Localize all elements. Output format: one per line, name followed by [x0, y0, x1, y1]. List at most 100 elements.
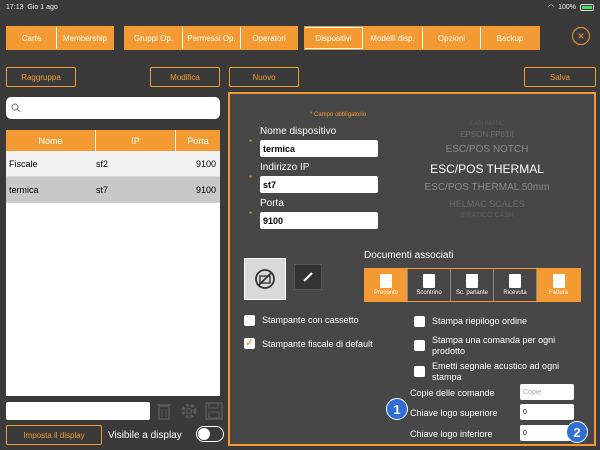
tab-operatori[interactable]: Operatori [241, 27, 297, 49]
edit-logo-button[interactable] [294, 264, 322, 290]
status-right: ◠ 100% [548, 3, 594, 11]
segnale-label: Emetti segnale acustico ad ogni stampa [432, 361, 560, 382]
tab-carte[interactable]: Carte [7, 27, 57, 49]
table-row[interactable]: termica st7 9100 [6, 177, 220, 203]
logo-image[interactable] [244, 258, 286, 300]
driver-option[interactable]: IPRATICO CASH [402, 212, 572, 219]
tab-membership[interactable]: Membership [57, 27, 113, 49]
riepilogo-checkbox[interactable] [414, 316, 425, 327]
documenti-title: Documenti associati [364, 250, 454, 261]
doc-scontrino[interactable]: Scontrino [408, 269, 451, 301]
status-time-date: 17:13 Gio 1 ago [6, 4, 548, 11]
status-time: 17:13 [6, 3, 24, 11]
driver-option[interactable]: EPSON FP81II [402, 130, 572, 139]
tab-modelli-disp[interactable]: Modelli disp. [363, 27, 423, 49]
required-star: * [249, 138, 253, 147]
document-icon [466, 274, 478, 288]
segnale-checkbox[interactable] [414, 366, 425, 377]
table-row[interactable]: Fiscale sf2 9100 [6, 151, 220, 177]
document-icon [552, 274, 565, 288]
group-name-input[interactable] [6, 402, 150, 420]
driver-option[interactable]: ESC/POS NOTCH [402, 144, 572, 155]
doc-sc-parlante[interactable]: Sc. parlante [451, 269, 494, 301]
ip-label: Indirizzo IP [260, 162, 310, 173]
imposta-display-button[interactable]: Imposta il display [6, 425, 102, 445]
nav-group-1: Carte Membership [6, 26, 114, 50]
porta-label: Porta [260, 198, 284, 209]
cell-nome: termica [9, 184, 39, 195]
document-icon [509, 274, 521, 288]
required-star: * [249, 210, 253, 219]
tab-dispositivi[interactable]: Dispositivi [305, 27, 363, 49]
tab-permessi-op[interactable]: Permessi Op. [183, 27, 241, 49]
nome-field[interactable]: termica [260, 140, 378, 157]
doc-ricevuta[interactable]: Ricevuta [494, 269, 537, 301]
fiscale-label: Stampante fiscale di default [262, 339, 373, 349]
doc-preconto[interactable]: Preconto [365, 269, 408, 301]
doc-label: Sc. parlante [455, 290, 489, 296]
nuovo-button[interactable]: Nuovo [229, 67, 299, 87]
save-icon[interactable] [205, 402, 223, 420]
visibile-display-label: Visibile a display [108, 430, 182, 441]
annotation-badge-2: 2 [566, 421, 588, 443]
header-porta[interactable]: Porta [176, 130, 220, 151]
status-bar: 17:13 Gio 1 ago ◠ 100% [0, 0, 600, 14]
table-header: Nome IP Porta [6, 130, 220, 151]
copie-label: Copie delle comande [410, 388, 495, 398]
header-ip[interactable]: IP [96, 130, 176, 151]
driver-option[interactable]: ESC/POS THERMAL 50mm [402, 182, 572, 193]
cell-ip: sf2 [96, 158, 109, 169]
no-image-icon [255, 269, 275, 289]
porta-field[interactable]: 9100 [260, 212, 378, 229]
cassetto-label: Stampante con cassetto [262, 315, 359, 325]
logo-superiore-label: Chiave logo superiore [410, 408, 498, 418]
documents-selector: Preconto Scontrino Sc. parlante Ricevuta… [364, 268, 581, 302]
cell-porta: 9100 [195, 184, 216, 195]
salva-button[interactable]: Salva [524, 67, 596, 87]
trash-icon[interactable] [157, 402, 171, 420]
close-button[interactable]: × [572, 27, 590, 45]
doc-label: Scontrino [416, 290, 442, 296]
search-input[interactable] [6, 97, 220, 119]
logo-inferiore-label: Chiave logo inferiore [410, 429, 493, 439]
header-nome[interactable]: Nome [6, 130, 96, 151]
copie-input[interactable]: Copie [520, 384, 574, 400]
driver-option-selected[interactable]: ESC/POS THERMAL [402, 162, 572, 176]
tab-gruppi-op[interactable]: Gruppi Op. [125, 27, 183, 49]
driver-option[interactable]: HELMAC SCALES [402, 199, 572, 209]
raggruppa-button[interactable]: Raggruppa [6, 67, 76, 87]
document-icon [380, 274, 392, 288]
logo-superiore-input[interactable]: 0 [520, 404, 574, 420]
gear-icon[interactable] [179, 401, 199, 421]
cell-ip: st7 [96, 184, 109, 195]
nome-label: Nome dispositivo [260, 126, 337, 137]
pencil-icon [303, 272, 313, 282]
tab-backup[interactable]: Backup [481, 27, 539, 49]
cell-nome: Fiscale [9, 158, 38, 169]
wifi-icon: ◠ [547, 4, 555, 11]
tab-opzioni[interactable]: Opzioni [423, 27, 481, 49]
doc-label: Ricevuta [503, 290, 527, 296]
fiscale-checkbox[interactable] [244, 338, 255, 349]
required-star: * [249, 174, 253, 183]
ip-field[interactable]: st7 [260, 176, 378, 193]
devices-table: Nome IP Porta Fiscale sf2 9100 termica s… [6, 130, 220, 396]
status-date: Gio 1 ago [27, 3, 58, 11]
visibile-display-toggle[interactable] [196, 426, 224, 442]
comanda-label: Stampa una comanda per ogni prodotto [432, 335, 556, 356]
top-navigation: Carte Membership Gruppi Op. Permessi Op.… [0, 14, 600, 58]
driver-option[interactable]: CASHMATIC [402, 121, 572, 127]
cassetto-checkbox[interactable] [244, 315, 255, 326]
required-note: * Campo obbligatorio [310, 112, 367, 118]
riepilogo-label: Stampa riepilogo ordine [432, 316, 528, 326]
doc-label: Fattura [548, 290, 568, 296]
nav-group-2: Gruppi Op. Permessi Op. Operatori [124, 26, 298, 50]
modifica-button[interactable]: Modifica [150, 67, 220, 87]
comanda-checkbox[interactable] [414, 340, 425, 351]
battery-label: 100% [558, 3, 576, 11]
doc-fattura[interactable]: Fattura [537, 269, 580, 301]
annotation-badge-1: 1 [386, 398, 408, 420]
device-detail-panel: * Campo obbligatorio * Nome dispositivo … [228, 92, 596, 446]
nav-group-3: Dispositivi Modelli disp. Opzioni Backup [304, 26, 540, 50]
close-icon: × [577, 29, 585, 43]
